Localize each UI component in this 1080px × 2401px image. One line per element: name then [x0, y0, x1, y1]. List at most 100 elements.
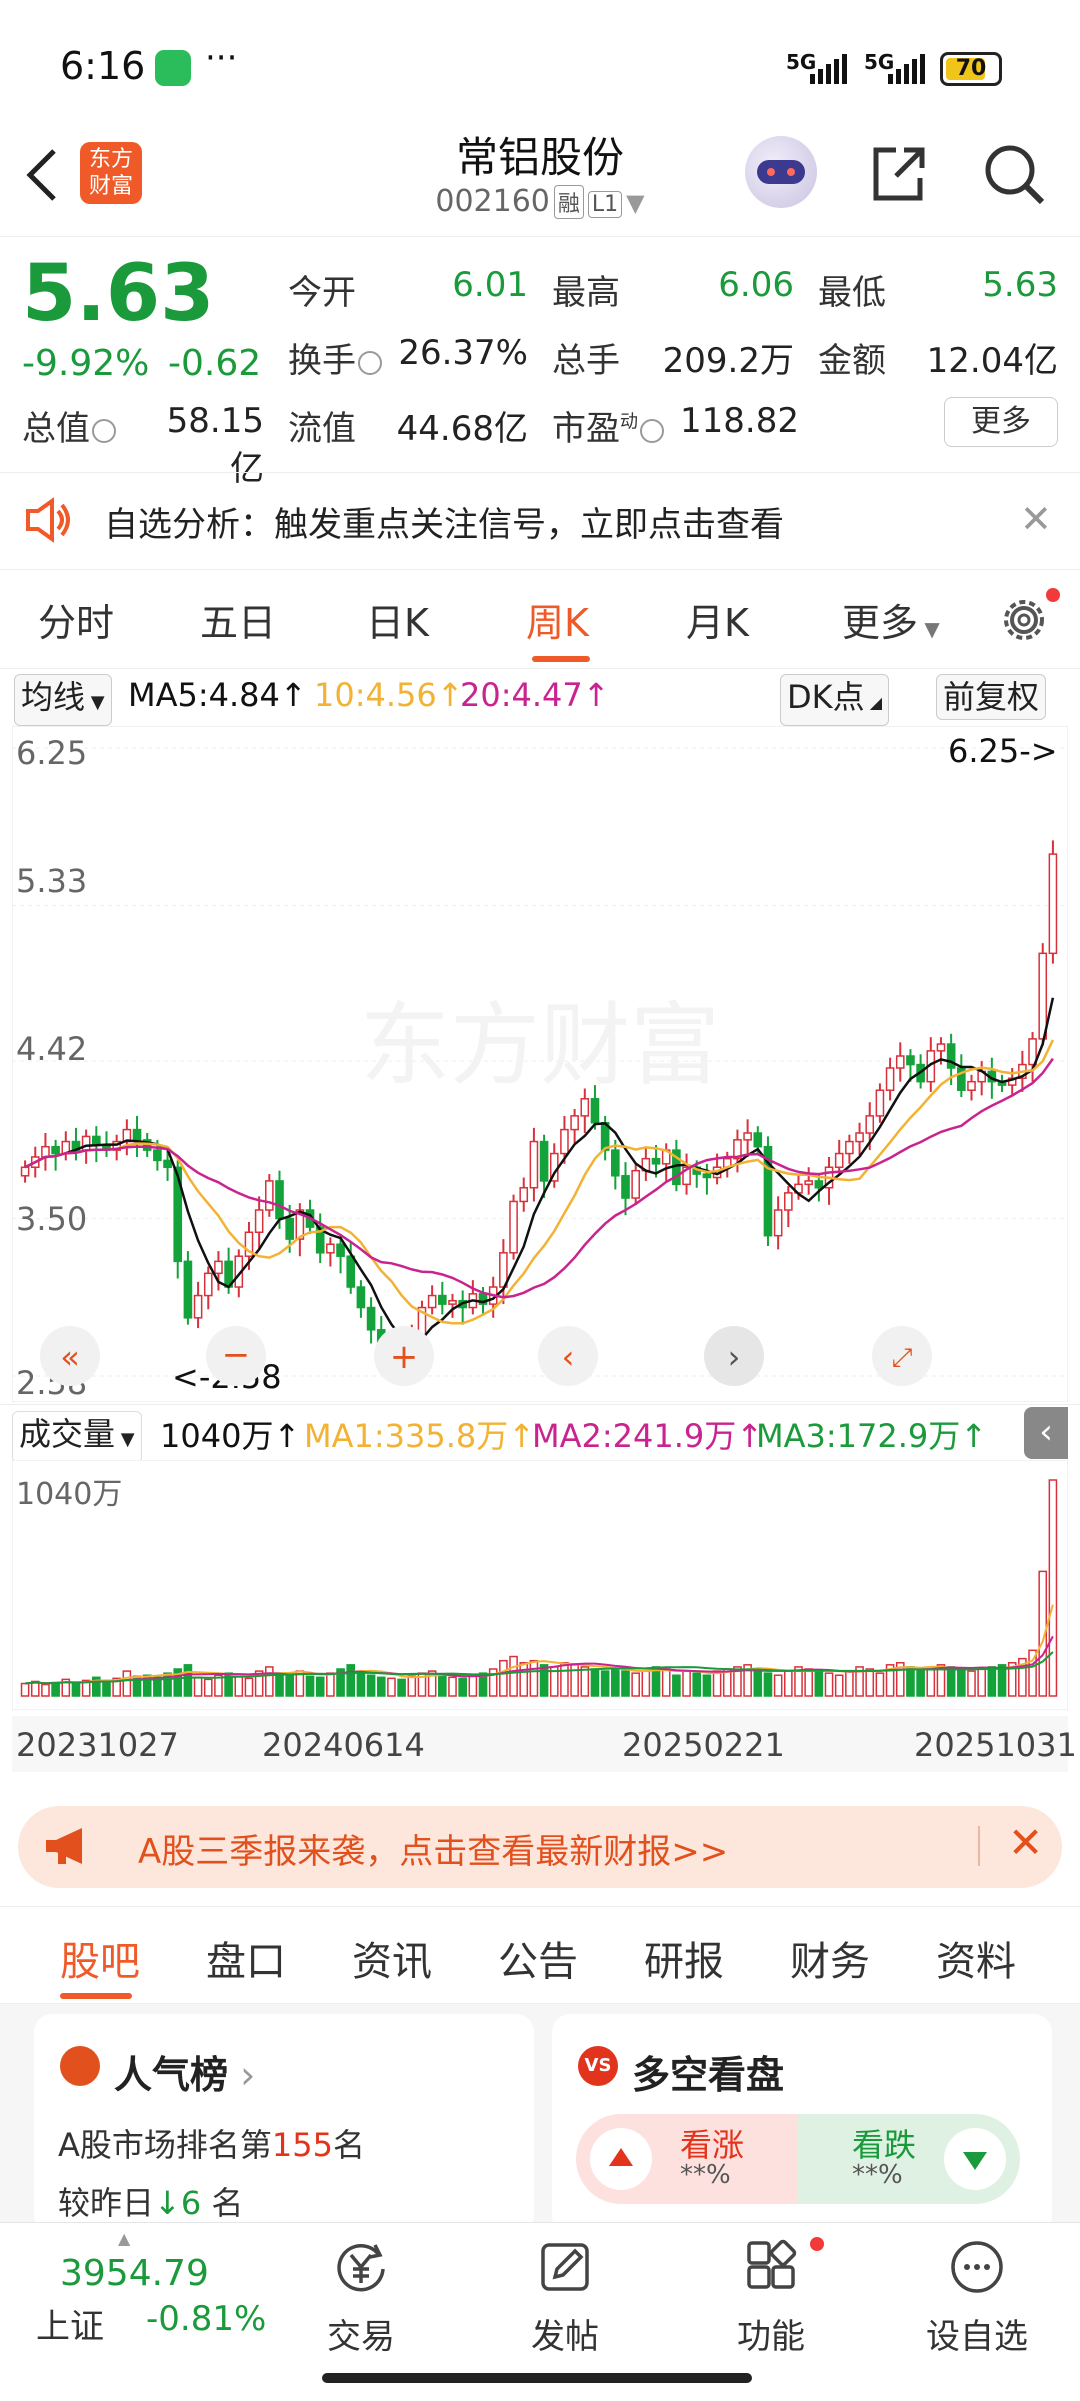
volume-bar — [315, 1676, 325, 1697]
candle — [590, 1098, 600, 1124]
tab-daily-k[interactable]: 日K — [366, 592, 429, 647]
home-indicator — [322, 2373, 752, 2383]
info-cards: 人气榜 › A股市场排名第155名 较昨日↓6 名 VS 多空看盘 看涨 **%… — [0, 2004, 1080, 2234]
candle — [163, 1159, 172, 1168]
tab-intraday[interactable]: 分时 — [38, 592, 114, 647]
tab-order-book[interactable]: 盘口 — [206, 1929, 286, 1987]
banner-divider — [978, 1826, 980, 1866]
vs-icon: VS — [578, 2046, 618, 2086]
battery-level: 70 — [955, 56, 987, 81]
volume-bar — [20, 1682, 30, 1697]
volume-bar — [407, 1675, 417, 1697]
candle — [509, 1200, 518, 1254]
close-icon[interactable]: ✕ — [1020, 497, 1052, 541]
search-icon[interactable] — [980, 140, 1050, 210]
kline-svg[interactable]: 东方财富 6.25 5.33 4.42 3.50 2.58 6.25-> <-2… — [11, 725, 1069, 1403]
candle — [906, 1055, 915, 1066]
candle — [193, 1294, 203, 1319]
vote-down-button[interactable]: 看跌 **% — [798, 2114, 1020, 2204]
tab-more[interactable]: 更多 ▼ — [842, 592, 940, 647]
volume-bar — [102, 1680, 111, 1697]
open-value: 6.01 — [452, 265, 528, 305]
candle — [539, 1140, 549, 1182]
volume-bar — [356, 1670, 366, 1697]
nav-functions-label: 功能 — [737, 2317, 805, 2357]
candle — [580, 1098, 590, 1117]
date-axis: 20231027 20240614 20250221 20251031 — [12, 1716, 1077, 1772]
nav-functions[interactable]: 功能 — [706, 2237, 836, 2357]
candle — [356, 1286, 366, 1309]
volume-bar — [1048, 1479, 1058, 1697]
volume-bar — [51, 1681, 60, 1697]
volume-bar — [672, 1674, 681, 1697]
tab-guba[interactable]: 股吧 — [60, 1929, 140, 1987]
info-icon — [358, 350, 382, 375]
share-icon[interactable] — [866, 142, 930, 206]
chevron-left-icon: ‹ — [562, 1338, 575, 1376]
tab-weekly-k[interactable]: 周K — [526, 592, 589, 647]
tab-financials[interactable]: 财务 — [790, 1929, 870, 1987]
close-icon[interactable]: ✕ — [1008, 1818, 1043, 1867]
tab-research[interactable]: 研报 — [644, 1929, 724, 1987]
indicator-select[interactable]: 成交量 ▼ — [12, 1411, 142, 1463]
candle — [153, 1149, 162, 1162]
margin-tag: 融 — [553, 185, 584, 219]
volume-bar — [977, 1668, 986, 1697]
tab-five-day[interactable]: 五日 — [200, 592, 276, 647]
high-value: 6.06 — [718, 265, 794, 305]
popularity-card[interactable]: 人气榜 › A股市场排名第155名 较昨日↓6 名 — [34, 2014, 534, 2234]
collapse-panel-icon[interactable]: ‹ — [1024, 1407, 1068, 1459]
volume-bar — [468, 1674, 478, 1697]
volume-chart[interactable]: 1040万 — [11, 1459, 1069, 1711]
ma20-value: 20:4.47↑ — [460, 676, 610, 714]
tab-profile[interactable]: 资料 — [936, 1929, 1016, 1987]
index-value: 3954.79 — [60, 2253, 209, 2294]
ai-assistant-icon[interactable] — [745, 136, 817, 208]
volume-bar — [946, 1666, 956, 1697]
stock-header: 东方财富 常铝股份 002160 融 L1 ▼ — [0, 120, 1080, 235]
volume-bar — [580, 1666, 590, 1697]
nav-post[interactable]: 发帖 — [500, 2237, 630, 2357]
earnings-banner[interactable]: A股三季报来袭，点击查看最新财报>> ✕ — [18, 1806, 1062, 1888]
tab-monthly-k[interactable]: 月K — [686, 592, 749, 647]
more-button[interactable]: 更多 — [944, 397, 1058, 447]
candle — [885, 1067, 895, 1091]
notification-dot — [1046, 588, 1060, 602]
candle — [326, 1243, 335, 1254]
volume-svg[interactable]: 1040万 — [11, 1459, 1069, 1711]
volume-bar — [448, 1676, 457, 1697]
volume-bar — [122, 1670, 132, 1697]
up-percent: **% — [680, 2160, 731, 2190]
analysis-notice[interactable]: 自选分析：触发重点关注信号，立即点击查看 ✕ — [0, 472, 1080, 570]
kline-chart[interactable]: 东方财富 6.25 5.33 4.42 3.50 2.58 6.25-> <-2… — [11, 725, 1069, 1403]
ma-type-select[interactable]: 均线 ▼ — [14, 674, 112, 726]
nav-add-watchlist[interactable]: 设自选 — [912, 2237, 1042, 2357]
bottom-navigation: ▲ 3954.79 上证 -0.81% 交易 发帖 功能 设自选 — [0, 2222, 1080, 2401]
low-value: 5.63 — [982, 265, 1058, 305]
candle — [20, 1166, 30, 1177]
dk-point-toggle[interactable]: DK点 ◢ — [780, 674, 890, 726]
candle — [560, 1128, 569, 1155]
volume-bar — [692, 1672, 702, 1697]
adjust-select[interactable]: 前复权 — [936, 674, 1047, 720]
volume-indicator-row: 成交量 ▼ 1040万↑ MA1:335.8万↑ MA2:241.9万↑ MA3… — [0, 1404, 1080, 1463]
index-change: -0.81% — [146, 2299, 267, 2339]
active-tab-underline — [60, 1993, 132, 1999]
more-circle-icon — [951, 2241, 1003, 2293]
volume-bar — [387, 1677, 396, 1697]
tab-announcements[interactable]: 公告 — [498, 1929, 578, 1987]
vote-up-button[interactable]: 看涨 **% — [576, 2114, 798, 2204]
volume-bar — [611, 1668, 620, 1697]
turnover-value: 26.37% — [398, 333, 528, 373]
wechat-icon — [155, 50, 191, 86]
volume-bar — [71, 1682, 81, 1697]
nav-trade[interactable]: 交易 — [296, 2237, 426, 2357]
quote-panel: 5.63 -9.92% -0.62 今开 6.01 最高 6.06 最低 5.6… — [0, 236, 1080, 489]
index-ticker[interactable]: ▲ 3954.79 上证 -0.81% — [0, 2223, 300, 2363]
tab-news[interactable]: 资讯 — [352, 1929, 432, 1987]
gear-icon[interactable] — [996, 592, 1052, 648]
volume-bar — [631, 1672, 640, 1697]
pe-value: 118.82 — [680, 401, 799, 441]
volume-bar — [539, 1664, 549, 1697]
volume-bar — [865, 1668, 875, 1697]
